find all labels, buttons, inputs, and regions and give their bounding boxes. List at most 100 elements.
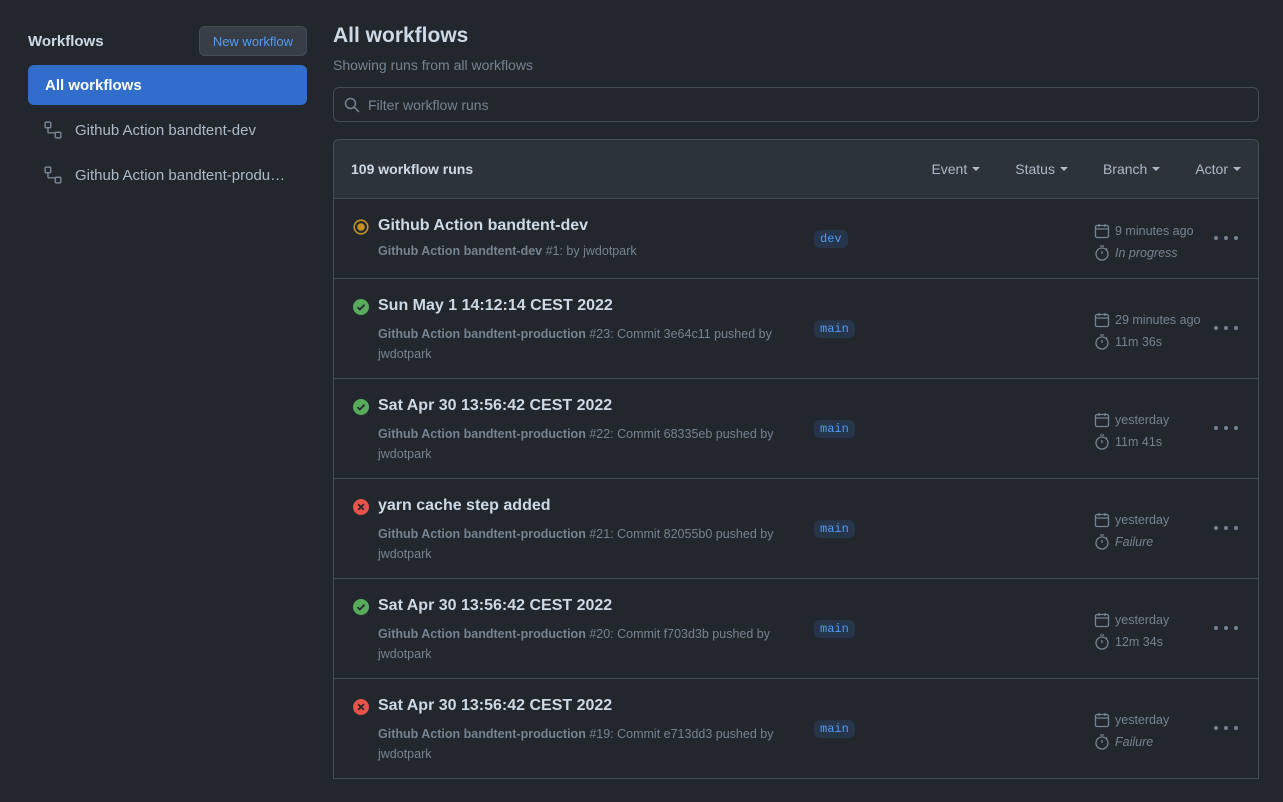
- run-title[interactable]: Sat Apr 30 13:56:42 CEST 2022: [378, 397, 612, 415]
- filter-dropdowns: Event Status Branch Actor: [896, 161, 1241, 177]
- more-options-button[interactable]: [1214, 618, 1238, 638]
- event-filter-label: Event: [931, 161, 968, 177]
- run-timing: yesterday Failure: [1094, 509, 1169, 553]
- new-workflow-button[interactable]: New workflow: [198, 26, 307, 56]
- run-timing: yesterday Failure: [1094, 709, 1169, 753]
- caret-down-icon: [972, 167, 981, 171]
- run-duration-line: 12m 34s: [1094, 631, 1169, 653]
- run-row[interactable]: Github Action bandtent-dev Github Action…: [334, 199, 1258, 279]
- status-filter[interactable]: Status: [1015, 161, 1068, 177]
- run-meta: Github Action bandtent-production #23: C…: [378, 324, 798, 364]
- event-filter[interactable]: Event: [931, 161, 981, 177]
- run-time-line: yesterday: [1094, 509, 1169, 531]
- run-title[interactable]: Github Action bandtent-dev: [378, 217, 588, 235]
- run-workflow-name: Github Action bandtent-production: [378, 727, 586, 741]
- sidebar-item-label: Github Action bandtent-production: [75, 166, 291, 184]
- more-options-button[interactable]: [1214, 228, 1238, 248]
- runs-list: 109 workflow runs Event Status Branch Ac…: [333, 139, 1259, 779]
- branch-filter-label: Branch: [1102, 161, 1148, 177]
- run-time: yesterday: [1115, 713, 1170, 727]
- main-content: All workflows Showing runs from all work…: [333, 22, 1259, 779]
- sidebar-title: Workflows: [28, 32, 104, 50]
- page-subtitle: Showing runs from all workflows: [333, 57, 533, 73]
- run-title[interactable]: Sun May 1 14:12:14 CEST 2022: [378, 297, 613, 315]
- run-row[interactable]: Sat Apr 30 13:56:42 CEST 2022 Github Act…: [334, 679, 1258, 779]
- run-timing: yesterday 12m 34s: [1094, 609, 1169, 653]
- branch-label[interactable]: main: [814, 720, 855, 738]
- stopwatch-icon: [1095, 434, 1109, 450]
- run-timing: yesterday 11m 41s: [1094, 409, 1169, 453]
- sidebar-item-label: Github Action bandtent-dev: [75, 121, 256, 139]
- calendar-icon: [1094, 413, 1110, 428]
- sidebar-item-all-workflows[interactable]: All workflows: [28, 65, 307, 105]
- run-meta: Github Action bandtent-dev #1: by jwdotp…: [378, 241, 798, 261]
- run-time-line: yesterday: [1094, 609, 1169, 631]
- branch-label[interactable]: main: [814, 620, 855, 638]
- run-row[interactable]: Sat Apr 30 13:56:42 CEST 2022 Github Act…: [334, 379, 1258, 479]
- search-icon: [344, 97, 360, 113]
- stopwatch-icon: [1095, 245, 1109, 261]
- run-duration-line: 11m 41s: [1094, 431, 1169, 453]
- run-time-line: 29 minutes ago: [1094, 309, 1200, 331]
- actor-filter-label: Actor: [1195, 161, 1228, 177]
- more-options-button[interactable]: [1214, 518, 1238, 538]
- actor-filter[interactable]: Actor: [1195, 161, 1241, 177]
- run-title[interactable]: Sat Apr 30 13:56:42 CEST 2022: [378, 597, 612, 615]
- caret-down-icon: [1152, 167, 1161, 171]
- run-duration: 11m 36s: [1115, 335, 1163, 349]
- more-options-button[interactable]: [1214, 718, 1238, 738]
- stopwatch-icon: [1095, 734, 1109, 750]
- branch-label[interactable]: dev: [814, 230, 848, 248]
- more-options-button[interactable]: [1214, 318, 1238, 338]
- x-circle-icon: [353, 499, 369, 515]
- run-timing: 9 minutes ago In progress: [1094, 220, 1194, 264]
- run-duration: 12m 34s: [1115, 635, 1163, 649]
- run-duration: 11m 41s: [1115, 435, 1163, 449]
- filter-input[interactable]: [368, 96, 1168, 113]
- run-duration-line: Failure: [1094, 731, 1169, 753]
- run-time: 9 minutes ago: [1115, 224, 1194, 238]
- run-row[interactable]: Sat Apr 30 13:56:42 CEST 2022 Github Act…: [334, 579, 1258, 679]
- run-title[interactable]: yarn cache step added: [378, 497, 551, 515]
- x-circle-icon: [353, 699, 369, 715]
- run-row[interactable]: Sun May 1 14:12:14 CEST 2022 Github Acti…: [334, 279, 1258, 379]
- check-circle-icon: [353, 599, 369, 615]
- run-duration: In progress: [1115, 246, 1178, 260]
- more-options-button[interactable]: [1214, 418, 1238, 438]
- sidebar-item-bandtent-dev[interactable]: Github Action bandtent-dev: [28, 110, 307, 150]
- runs-list-header: 109 workflow runs Event Status Branch Ac…: [334, 140, 1258, 199]
- run-time: 29 minutes ago: [1115, 313, 1201, 327]
- run-meta: Github Action bandtent-production #19: C…: [378, 724, 798, 764]
- stopwatch-icon: [1095, 534, 1109, 550]
- run-time: yesterday: [1115, 513, 1170, 527]
- workflow-icon: [44, 121, 62, 139]
- branch-filter[interactable]: Branch: [1102, 161, 1161, 177]
- run-workflow-name: Github Action bandtent-dev: [378, 244, 543, 258]
- run-workflow-name: Github Action bandtent-production: [378, 427, 586, 441]
- sidebar-header: Workflows New workflow: [28, 26, 307, 56]
- run-time-line: yesterday: [1094, 409, 1169, 431]
- filter-box: [333, 87, 1259, 122]
- stopwatch-icon: [1095, 334, 1109, 350]
- workflow-icon: [44, 166, 62, 184]
- check-circle-icon: [353, 299, 369, 315]
- branch-label[interactable]: main: [814, 420, 855, 438]
- sidebar-item-bandtent-production[interactable]: Github Action bandtent-production: [28, 155, 307, 195]
- in-progress-icon: [353, 219, 369, 235]
- sidebar: Workflows New workflow All workflows Git…: [28, 26, 307, 200]
- run-count: 109 workflow runs: [351, 161, 474, 177]
- run-workflow-name: Github Action bandtent-production: [378, 327, 586, 341]
- run-time-line: 9 minutes ago: [1094, 220, 1194, 242]
- branch-label[interactable]: main: [814, 520, 855, 538]
- caret-down-icon: [1233, 167, 1241, 171]
- caret-down-icon: [1059, 167, 1068, 171]
- calendar-icon: [1094, 713, 1110, 728]
- run-row[interactable]: yarn cache step added Github Action band…: [334, 479, 1258, 579]
- run-time: yesterday: [1115, 413, 1170, 427]
- run-meta: Github Action bandtent-production #22: C…: [378, 424, 798, 464]
- calendar-icon: [1094, 513, 1110, 528]
- branch-label[interactable]: main: [814, 320, 855, 338]
- run-duration-line: Failure: [1094, 531, 1169, 553]
- sidebar-item-label: All workflows: [45, 76, 142, 94]
- run-title[interactable]: Sat Apr 30 13:56:42 CEST 2022: [378, 697, 612, 715]
